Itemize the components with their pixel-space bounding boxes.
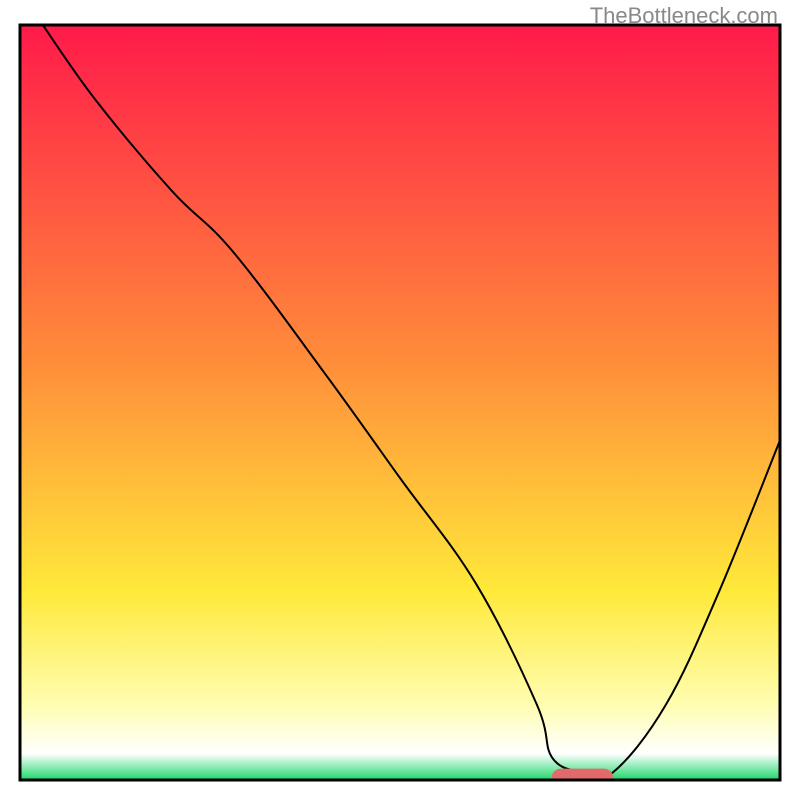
optimal-marker <box>552 769 613 784</box>
bottleneck-chart <box>0 0 800 800</box>
chart-container: TheBottleneck.com <box>0 0 800 800</box>
gradient-background <box>20 25 780 780</box>
watermark-text: TheBottleneck.com <box>590 3 778 29</box>
